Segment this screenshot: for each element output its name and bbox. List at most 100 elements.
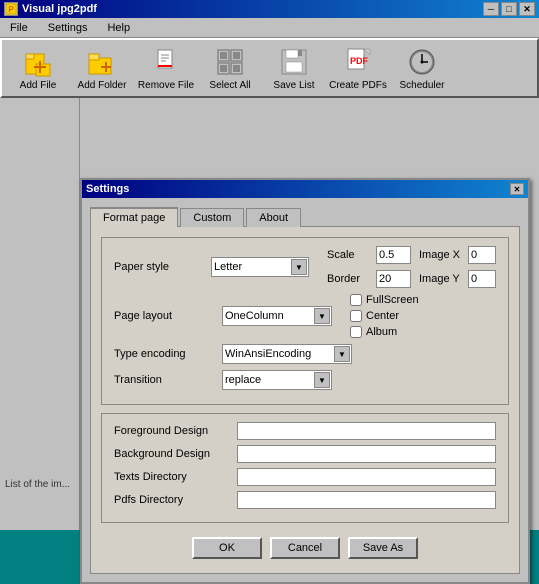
foreground-design-input[interactable] <box>237 422 496 440</box>
app-icon: P <box>4 2 18 16</box>
toolbar: Add File Add Folder <box>0 38 539 98</box>
border-row: Border Image Y <box>327 270 496 288</box>
tab-about[interactable]: About <box>246 208 301 227</box>
border-input[interactable] <box>376 270 411 288</box>
foreground-design-label: Foreground Design <box>114 425 229 437</box>
create-pdfs-label: Create PDFs <box>329 80 387 91</box>
center-checkbox[interactable] <box>350 310 362 322</box>
minimize-button[interactable]: ─ <box>483 2 499 16</box>
album-checkbox[interactable] <box>350 326 362 338</box>
remove-file-icon <box>150 46 182 78</box>
remove-file-button[interactable]: Remove File <box>136 42 196 94</box>
add-file-button[interactable]: Add File <box>8 42 68 94</box>
foreground-design-row: Foreground Design <box>114 422 496 440</box>
page-layout-select-wrapper: OneColumn TwoColumn SinglePage ▼ <box>222 306 332 326</box>
fullscreen-row: FullScreen <box>350 294 419 306</box>
tab-bar: Format page Custom About <box>90 206 520 226</box>
menu-bar: File Settings Help <box>0 18 539 38</box>
tab-format-page[interactable]: Format page <box>90 207 178 227</box>
texts-directory-label: Texts Directory <box>114 471 229 483</box>
texts-directory-row: Texts Directory <box>114 468 496 486</box>
select-all-button[interactable]: Select All <box>200 42 260 94</box>
add-file-icon <box>22 46 54 78</box>
main-window: File Settings Help Add File <box>0 18 539 530</box>
type-encoding-row: Type encoding WinAnsiEncoding MacRomanEn… <box>114 344 496 364</box>
svg-text:PDF: PDF <box>350 56 369 66</box>
svg-text:P: P <box>8 5 14 14</box>
border-label: Border <box>327 273 372 285</box>
paper-style-row: Paper style Letter A4 A3 Legal ▼ <box>114 246 496 288</box>
album-label: Album <box>366 326 397 338</box>
transition-select[interactable]: replace split blinds box wipe dissolve g… <box>222 370 332 390</box>
dialog-title-bar: Settings ✕ <box>82 180 528 198</box>
paper-style-label: Paper style <box>114 261 203 273</box>
fullscreen-label: FullScreen <box>366 294 419 306</box>
tab-custom[interactable]: Custom <box>180 208 244 227</box>
cancel-button[interactable]: Cancel <box>270 537 340 559</box>
checkbox-group: FullScreen Center Album <box>350 294 419 338</box>
window-controls: ─ □ ✕ <box>483 2 535 16</box>
center-row: Center <box>350 310 419 322</box>
image-x-input[interactable] <box>468 246 496 264</box>
scheduler-label: Scheduler <box>399 80 444 91</box>
image-y-label: Image Y <box>419 273 464 285</box>
create-pdfs-button[interactable]: PDF Create PDFs <box>328 42 388 94</box>
create-pdfs-icon: PDF <box>342 46 374 78</box>
maximize-button[interactable]: □ <box>501 2 517 16</box>
type-encoding-label: Type encoding <box>114 348 214 360</box>
scale-row: Scale Image X <box>327 246 496 264</box>
image-x-label: Image X <box>419 249 464 261</box>
scale-input[interactable] <box>376 246 411 264</box>
menu-file[interactable]: File <box>4 20 34 36</box>
paper-style-select[interactable]: Letter A4 A3 Legal <box>211 257 309 277</box>
add-folder-icon <box>86 46 118 78</box>
pdfs-directory-input[interactable] <box>237 491 496 509</box>
paper-style-select-wrapper: Letter A4 A3 Legal ▼ <box>211 257 309 277</box>
page-layout-row: Page layout OneColumn TwoColumn SinglePa… <box>114 294 496 338</box>
transition-label: Transition <box>114 374 214 386</box>
directories-section: Foreground Design Background Design Text… <box>101 413 509 523</box>
list-label: List of the im... <box>5 479 70 490</box>
background-design-row: Background Design <box>114 445 496 463</box>
title-bar: P Visual jpg2pdf ─ □ ✕ <box>0 0 539 18</box>
scheduler-button[interactable]: Scheduler <box>392 42 452 94</box>
content-area: List of the im... Settings ✕ Format page <box>0 98 539 530</box>
dialog-buttons: OK Cancel Save As <box>101 531 509 563</box>
settings-dialog: Settings ✕ Format page Custom Ab <box>80 178 530 573</box>
add-folder-button[interactable]: Add Folder <box>72 42 132 94</box>
add-file-label: Add File <box>20 80 57 91</box>
form-section-main: Paper style Letter A4 A3 Legal ▼ <box>101 237 509 405</box>
dialog-close-button[interactable]: ✕ <box>510 183 524 195</box>
add-folder-label: Add Folder <box>78 80 127 91</box>
ok-button[interactable]: OK <box>192 537 262 559</box>
close-button[interactable]: ✕ <box>519 2 535 16</box>
album-row: Album <box>350 326 419 338</box>
pdfs-directory-label: Pdfs Directory <box>114 494 229 506</box>
tab-content-format-page: Paper style Letter A4 A3 Legal ▼ <box>90 226 520 574</box>
menu-settings[interactable]: Settings <box>42 20 94 36</box>
transition-row: Transition replace split blinds box wipe… <box>114 370 496 390</box>
save-as-button[interactable]: Save As <box>348 537 418 559</box>
remove-file-label: Remove File <box>138 80 194 91</box>
type-encoding-select[interactable]: WinAnsiEncoding MacRomanEncoding Standar… <box>222 344 352 364</box>
window-title: Visual jpg2pdf <box>22 3 97 15</box>
fullscreen-checkbox[interactable] <box>350 294 362 306</box>
select-all-icon <box>214 46 246 78</box>
image-y-input[interactable] <box>468 270 496 288</box>
pdfs-directory-row: Pdfs Directory <box>114 491 496 509</box>
scale-label: Scale <box>327 249 372 261</box>
menu-help[interactable]: Help <box>101 20 136 36</box>
page-layout-select[interactable]: OneColumn TwoColumn SinglePage <box>222 306 332 326</box>
page-layout-label: Page layout <box>114 310 214 322</box>
background-design-input[interactable] <box>237 445 496 463</box>
save-list-button[interactable]: Save List <box>264 42 324 94</box>
background-design-label: Background Design <box>114 448 229 460</box>
scheduler-icon <box>406 46 438 78</box>
dialog-title: Settings <box>86 183 129 195</box>
save-list-icon <box>278 46 310 78</box>
transition-select-wrapper: replace split blinds box wipe dissolve g… <box>222 370 332 390</box>
dialog-body: Format page Custom About <box>82 198 528 582</box>
texts-directory-input[interactable] <box>237 468 496 486</box>
left-panel: List of the im... <box>0 98 80 530</box>
save-list-label: Save List <box>273 80 314 91</box>
